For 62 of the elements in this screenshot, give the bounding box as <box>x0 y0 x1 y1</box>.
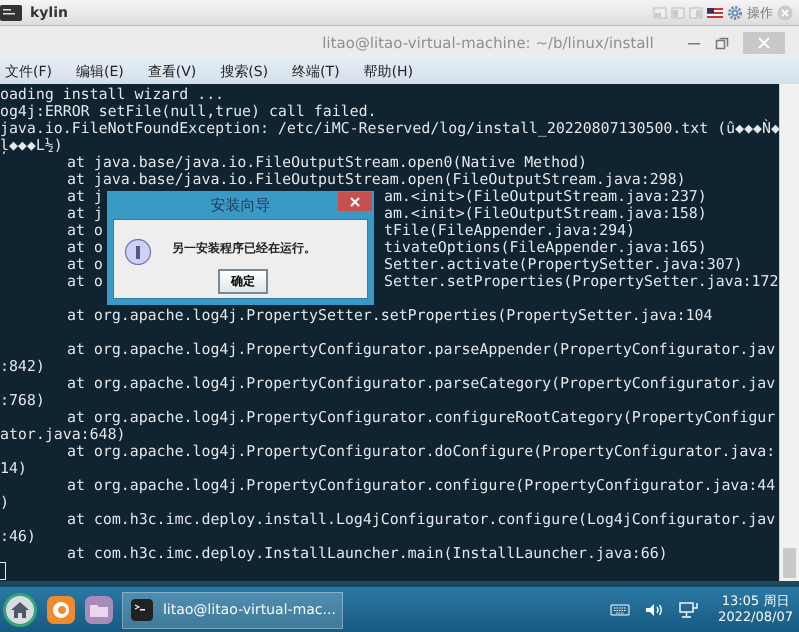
terminal-line: ) <box>0 494 9 511</box>
terminal-line: at j <box>67 205 103 222</box>
menu-item[interactable]: 终端(T) <box>287 63 340 81</box>
dialog-message: 另一安装程序已经在运行。 <box>172 240 316 257</box>
terminal-line: :768) <box>0 392 45 409</box>
terminal-line: am.<init>(FileOutputStream.java:158) <box>384 205 707 222</box>
browser-icon[interactable] <box>46 595 76 625</box>
clock-time[interactable]: 13:05 周日 <box>722 594 790 610</box>
terminal-line: at java.base/java.io.FileOutputStream.open(FileOutputStream.java:298) <box>67 171 686 188</box>
close-button[interactable] <box>338 192 372 211</box>
menu-item[interactable]: 搜索(S) <box>215 63 268 81</box>
text-cursor <box>0 562 6 580</box>
close-icon <box>757 36 771 50</box>
taskbar-item[interactable]: litao@litao-virtual-mac... <box>122 592 343 628</box>
terminal-line: at java.base/java.io.FileOutputStream.open0(Native Method) <box>67 154 587 171</box>
menu-item[interactable]: 文件(F) <box>0 63 52 81</box>
terminal-icon <box>0 4 22 22</box>
terminal-icon <box>131 599 153 621</box>
terminal-line: at org.apache.log4j.PropertyConfigurator.configureRootCategory(PropertyConfigur <box>67 409 776 426</box>
network-icon[interactable] <box>678 601 698 619</box>
terminal-line: Setter.setProperties(PropertySetter.java:172 <box>384 273 778 290</box>
window-title: litao@litao-virtual-machine: ~/b/linux/install <box>321 34 655 52</box>
scrollbar[interactable] <box>779 84 799 581</box>
terminal-line: tivateOptions(FileAppender.java:165) <box>384 239 707 256</box>
terminal-line: am.<init>(FileOutputStream.java:237) <box>384 188 707 205</box>
menu-item[interactable]: 帮助(H) <box>358 63 414 81</box>
menu-item[interactable]: 编辑(E) <box>70 63 124 81</box>
terminal-line: at o <box>67 222 103 239</box>
restore-icon[interactable] <box>715 36 729 50</box>
terminal-line: ļ◆◆◆L½) <box>0 137 63 154</box>
terminal-line: at o <box>67 256 103 273</box>
terminal-line: :842) <box>0 358 45 375</box>
folder-icon[interactable] <box>84 595 114 625</box>
terminal-line: oading install wizard ... <box>0 86 224 103</box>
terminal-line: ator.java:648) <box>0 426 126 443</box>
info-icon <box>124 238 152 266</box>
terminal-line: at j <box>67 188 103 205</box>
ok-button[interactable]: 确定 <box>218 269 268 294</box>
terminal-line: Setter.activate(PropertySetter.java:307) <box>384 256 743 273</box>
terminal-line: og4j:ERROR setFile(null,true) call failed. <box>0 103 377 120</box>
terminal-line: at com.h3c.imc.deploy.install.Log4jConfigurator.configure(Log4jConfigurator.jav <box>67 511 776 528</box>
terminal-line: at org.apache.log4j.PropertyConfigurator.doConfigure(PropertyConfigurator.java: <box>67 443 776 460</box>
terminal-line: java.io.FileNotFoundException: /etc/iMC-Reserved/log/install_20220807130500.txt (û◆◆◆Ǹ◆ <box>0 120 780 137</box>
terminal-line: :46) <box>0 528 36 545</box>
terminal-line: tFile(FileAppender.java:294) <box>384 222 636 239</box>
terminal-line: at com.h3c.imc.deploy.InstallLauncher.main(InstallLauncher.java:66) <box>67 545 668 562</box>
terminal-line: at org.apache.log4j.PropertyConfigurator.parseAppender(PropertyConfigurator.jav <box>67 341 776 358</box>
terminal-line: at org.apache.log4j.PropertySetter.setProperties(PropertySetter.java:104 <box>67 307 712 324</box>
menu-item[interactable]: 查看(V) <box>142 63 196 81</box>
terminal-line: at org.apache.log4j.PropertyConfigurator.configure(PropertyConfigurator.java:44 <box>67 477 776 494</box>
terminal-line: 14) <box>0 460 27 477</box>
home-icon[interactable] <box>2 592 38 628</box>
dialog-title: 安装向导 <box>210 196 270 214</box>
window-title: kylin <box>30 4 68 20</box>
clock-date[interactable]: 2022/08/07 <box>718 610 793 626</box>
terminal-line: at o <box>67 273 103 290</box>
terminal-line: at o <box>67 239 103 256</box>
close-icon <box>349 196 361 208</box>
action-menu[interactable]: 操作 <box>747 4 773 22</box>
flag-icon[interactable] <box>707 6 723 18</box>
keyboard-icon[interactable] <box>610 603 630 617</box>
terminal-line: at org.apache.log4j.PropertyConfigurator.parseCategory(PropertyConfigurator.jav <box>67 375 776 392</box>
